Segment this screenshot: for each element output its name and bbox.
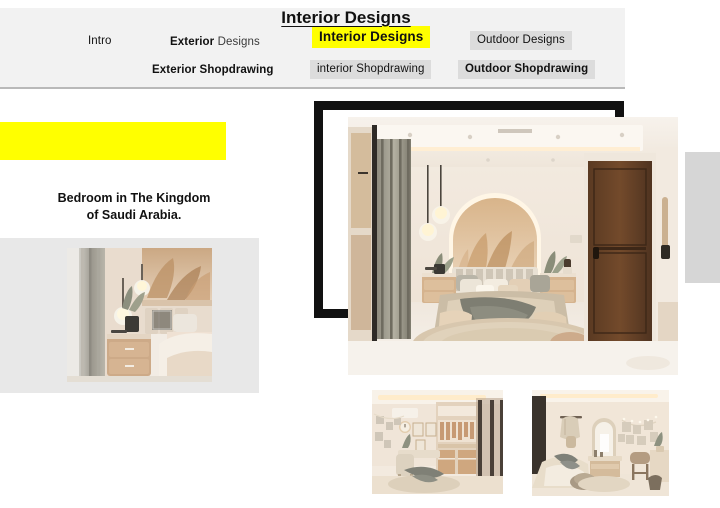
- section-caption-line-2: of Saudi Arabia.: [86, 208, 182, 222]
- walk-in-closet-illustration: [372, 390, 503, 494]
- left-thumbnail-bedroom-nightstand[interactable]: [67, 248, 212, 382]
- nav-item-exterior-designs-label: Exterior Designs: [168, 33, 262, 52]
- nav-item-intro-label: Intro: [88, 35, 112, 47]
- nav-item-interior-designs[interactable]: Interior Designs: [312, 26, 431, 48]
- thumbnail-bedroom-walk-in-closet[interactable]: [372, 390, 503, 494]
- nav-item-interior-designs-label: Interior Designs: [312, 26, 431, 48]
- nav-item-exterior-shopdrawing[interactable]: Exterior Shopdrawing: [150, 63, 276, 78]
- thumbnail-bedroom-vanity-mirror[interactable]: [532, 390, 669, 496]
- section-title-highlight: [0, 122, 226, 160]
- nav-item-exterior-shopdrawing-label: Exterior Shopdrawing: [152, 64, 274, 76]
- bedroom-render-illustration: [348, 117, 678, 375]
- hero-image-bedroom-render[interactable]: [348, 117, 678, 375]
- nav-item-outdoor-designs[interactable]: Outdoor Designs: [470, 31, 572, 50]
- section-caption: Bedroom in The Kingdom of Saudi Arabia.: [0, 190, 268, 224]
- nav-item-interior-shopdrawing-label: interior Shopdrawing: [310, 60, 432, 79]
- nav-label-light: Designs: [217, 36, 260, 48]
- nav-label-strong: Exterior: [170, 36, 215, 48]
- nav-item-outdoor-designs-label: Outdoor Designs: [470, 31, 572, 50]
- page-title: Interior Designs: [281, 8, 411, 27]
- vanity-mirror-illustration: [532, 390, 669, 496]
- nav-item-interior-shopdrawing[interactable]: interior Shopdrawing: [310, 60, 432, 79]
- nav-item-outdoor-shopdrawing-label: Outdoor Shopdrawing: [458, 60, 596, 79]
- section-caption-line-1: Bedroom in The Kingdom: [57, 191, 211, 205]
- bedroom-nightstand-illustration: [67, 248, 212, 382]
- nav-item-exterior-designs[interactable]: Exterior Designs: [168, 35, 262, 50]
- decorative-gray-block-right: [685, 152, 720, 283]
- nav-item-outdoor-shopdrawing[interactable]: Outdoor Shopdrawing: [458, 60, 596, 79]
- nav-item-intro[interactable]: Intro: [86, 34, 114, 49]
